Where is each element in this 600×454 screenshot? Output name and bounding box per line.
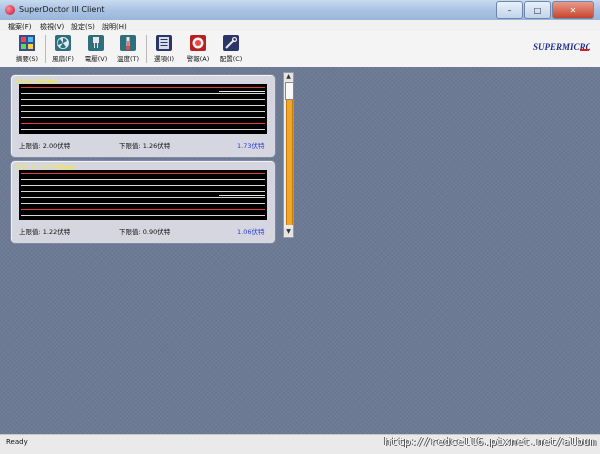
toolbar-voltage-label: 電壓(V) bbox=[84, 55, 108, 63]
toolbar-summary-label: 摘要(S) bbox=[15, 55, 39, 63]
lower-limit-line bbox=[21, 123, 265, 124]
config-icon bbox=[223, 35, 239, 51]
upper-limit-text: 上限值: 1.22伏特 bbox=[19, 228, 71, 236]
vertical-scrollbar[interactable]: ▲ ▼ bbox=[283, 72, 294, 238]
watermark-text: http://redcell6.pixnet.net/album bbox=[384, 435, 596, 448]
current-value: 1.73伏特 bbox=[237, 142, 265, 150]
toolbar-alarm-button[interactable]: 警報(A) bbox=[183, 33, 213, 65]
toolbar-voltage-button[interactable]: 電壓(V) bbox=[81, 33, 111, 65]
app-icon bbox=[5, 5, 15, 15]
toolbar-summary-button[interactable]: 摘要(S) bbox=[12, 33, 42, 65]
lower-limit-line bbox=[21, 209, 265, 210]
grid-line bbox=[21, 93, 265, 94]
toolbar-separator bbox=[45, 35, 46, 63]
toolbar-separator bbox=[146, 35, 147, 63]
toolbar: 摘要(S) 風扇(F) 電壓(V) 溫度(T) 選項(I) 警報(A) 配置(C… bbox=[0, 31, 600, 68]
lower-limit-text: 下限值: 1.26伏特 bbox=[119, 142, 171, 150]
scroll-down-button[interactable]: ▼ bbox=[284, 228, 293, 236]
toolbar-config-label: 配置(C) bbox=[219, 55, 243, 63]
scroll-up-icon: ▲ bbox=[286, 73, 291, 80]
upper-limit-line bbox=[21, 87, 265, 88]
toolbar-temperature-button[interactable]: 溫度(T) bbox=[113, 33, 143, 65]
toolbar-options-button[interactable]: 選項(I) bbox=[149, 33, 179, 65]
toolbar-options-label: 選項(I) bbox=[154, 55, 174, 63]
grid-line bbox=[21, 215, 265, 216]
toolbar-temperature-label: 溫度(T) bbox=[116, 55, 140, 63]
sensor-panel-vcpu: Vcpu Voltage 上限值: 2.00伏特 下限值: 1.26伏特 1.7… bbox=[10, 74, 276, 158]
grid-line bbox=[21, 185, 265, 186]
close-icon: ✕ bbox=[569, 5, 577, 15]
scroll-thumb[interactable] bbox=[285, 82, 294, 100]
upper-limit-text: 上限值: 2.00伏特 bbox=[19, 142, 71, 150]
grid-line bbox=[21, 129, 265, 130]
alarm-icon bbox=[190, 35, 206, 51]
grid-line bbox=[21, 191, 265, 192]
grid-line bbox=[21, 117, 265, 118]
sensor-panel-pch: PCH 1.05V Voltage 上限值: 1.22伏特 下限值: 0.90伏… bbox=[10, 160, 276, 244]
supermicro-logo: SUPERMICRO bbox=[533, 42, 590, 52]
voltage-graph bbox=[19, 170, 267, 220]
toolbar-fan-button[interactable]: 風扇(F) bbox=[48, 33, 78, 65]
grid-line bbox=[21, 111, 265, 112]
scroll-track[interactable] bbox=[286, 83, 293, 225]
minimize-icon: – bbox=[507, 5, 512, 15]
grid-line bbox=[21, 197, 265, 198]
status-bar: Ready http://redcell6.pixnet.net/album bbox=[0, 434, 600, 454]
reading-trace bbox=[219, 195, 265, 196]
thermometer-icon bbox=[120, 35, 136, 51]
status-text: Ready bbox=[6, 438, 28, 446]
maximize-button[interactable]: □ bbox=[524, 1, 551, 19]
lower-limit-text: 下限值: 0.90伏特 bbox=[119, 228, 171, 236]
summary-icon bbox=[19, 35, 35, 51]
toolbar-alarm-label: 警報(A) bbox=[186, 55, 210, 63]
toolbar-config-button[interactable]: 配置(C) bbox=[216, 33, 246, 65]
voltage-icon bbox=[88, 35, 104, 51]
voltage-graph bbox=[19, 84, 267, 134]
window-title: SuperDoctor III Client bbox=[19, 5, 105, 14]
current-value: 1.06伏特 bbox=[237, 228, 265, 236]
grid-line bbox=[21, 99, 265, 100]
maximize-icon: □ bbox=[533, 5, 542, 15]
grid-line bbox=[21, 105, 265, 106]
window-controls: – □ ✕ bbox=[495, 1, 594, 19]
minimize-button[interactable]: – bbox=[496, 1, 523, 19]
close-button[interactable]: ✕ bbox=[552, 1, 594, 19]
grid-line bbox=[21, 179, 265, 180]
scroll-down-icon: ▼ bbox=[286, 228, 291, 235]
fan-icon bbox=[55, 35, 71, 51]
scroll-up-button[interactable]: ▲ bbox=[284, 73, 293, 81]
toolbar-fan-label: 風扇(F) bbox=[52, 55, 74, 63]
grid-line bbox=[21, 203, 265, 204]
options-icon bbox=[156, 35, 172, 51]
title-bar: SuperDoctor III Client – □ ✕ bbox=[0, 0, 600, 21]
reading-trace bbox=[219, 91, 265, 92]
upper-limit-line bbox=[21, 173, 265, 174]
main-content: Vcpu Voltage 上限值: 2.00伏特 下限值: 1.26伏特 1.7… bbox=[0, 67, 600, 434]
